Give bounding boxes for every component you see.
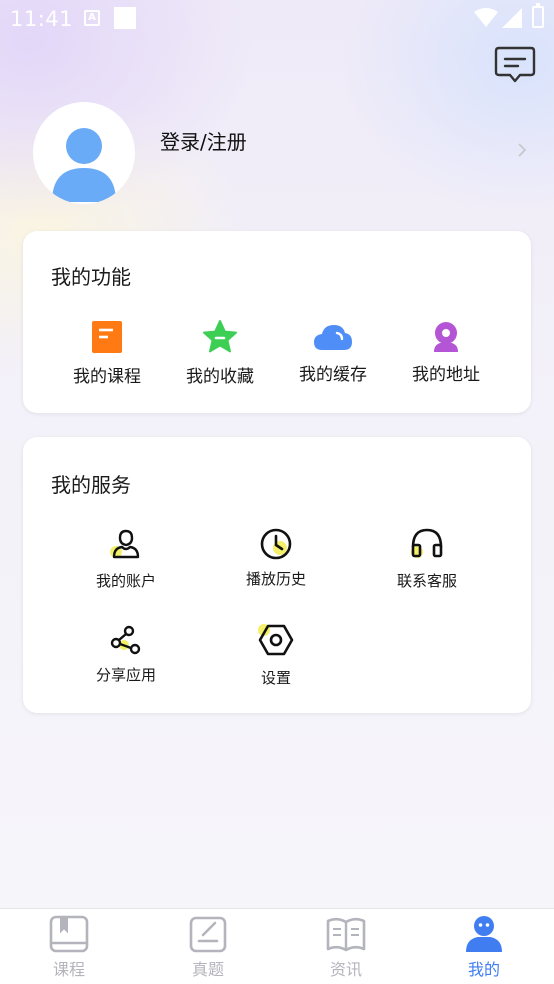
- section-title: 我的功能: [51, 265, 131, 289]
- cell-signal-icon: [502, 8, 522, 28]
- tab-mine[interactable]: 我的: [434, 909, 534, 984]
- status-bar: 11:41 A: [0, 0, 554, 36]
- profile-login-row[interactable]: 登录/注册: [33, 102, 533, 208]
- notification-square-icon: [114, 7, 136, 29]
- notification-a-icon: A: [84, 10, 100, 26]
- my-address-item[interactable]: 我的地址: [396, 319, 496, 389]
- login-register-link[interactable]: 登录/注册: [160, 126, 247, 155]
- clock-icon: [260, 528, 292, 560]
- contact-service-label: 联系客服: [396, 572, 457, 590]
- location-pin-icon: [434, 322, 458, 352]
- share-app-item[interactable]: 分享应用: [66, 625, 186, 685]
- headset-icon: [411, 528, 443, 558]
- my-courses-label: 我的课程: [73, 367, 141, 387]
- avatar[interactable]: [33, 102, 135, 204]
- play-history-item[interactable]: 播放历史: [216, 527, 336, 588]
- my-account-item[interactable]: 我的账户: [66, 527, 186, 590]
- play-history-label: 播放历史: [245, 570, 306, 588]
- course-tab-icon: [49, 915, 89, 953]
- account-icon: [110, 529, 140, 559]
- tab-news-label: 资讯: [329, 960, 362, 979]
- course-book-icon: [92, 321, 122, 353]
- settings-label: 设置: [260, 669, 291, 687]
- tab-mine-label: 我的: [467, 960, 500, 979]
- message-button[interactable]: [494, 45, 536, 85]
- message-icon: [494, 46, 536, 83]
- settings-item[interactable]: 设置: [216, 623, 336, 687]
- section-title: 我的服务: [51, 473, 131, 497]
- profile-tab-icon: [466, 916, 502, 952]
- my-functions-card: 我的功能 我的课程 我的收藏 我的缓存 我的地址: [23, 231, 531, 413]
- settings-hex-icon: [258, 624, 294, 656]
- tab-exam[interactable]: 真题: [158, 909, 258, 984]
- my-favorites-item[interactable]: 我的收藏: [170, 319, 270, 389]
- share-app-label: 分享应用: [95, 666, 156, 684]
- share-icon: [110, 625, 141, 655]
- news-book-icon: [326, 917, 366, 952]
- battery-icon: [532, 3, 544, 28]
- star-icon: [203, 320, 237, 353]
- chevron-right-icon: [518, 143, 527, 157]
- tab-course-label: 课程: [52, 960, 85, 979]
- tab-exam-label: 真题: [191, 960, 224, 979]
- my-favorites-label: 我的收藏: [186, 367, 254, 387]
- contact-service-item[interactable]: 联系客服: [367, 527, 487, 590]
- cloud-icon: [314, 325, 352, 350]
- user-avatar-icon: [52, 128, 116, 202]
- my-courses-item[interactable]: 我的课程: [57, 319, 157, 389]
- wifi-icon: [474, 8, 498, 27]
- tab-course[interactable]: 课程: [19, 909, 119, 984]
- tab-news[interactable]: 资讯: [296, 909, 396, 984]
- my-address-label: 我的地址: [412, 365, 480, 385]
- status-time: 11:41: [10, 7, 74, 31]
- my-account-label: 我的账户: [95, 572, 156, 590]
- my-cache-item[interactable]: 我的缓存: [283, 319, 383, 389]
- my-services-card: 我的服务 我的账户 播放历史 联系客服 分享应用 设置: [23, 437, 531, 713]
- bottom-tab-bar: 课程 真题 资讯 我的: [0, 908, 554, 984]
- exam-edit-icon: [189, 916, 227, 953]
- my-cache-label: 我的缓存: [299, 365, 367, 385]
